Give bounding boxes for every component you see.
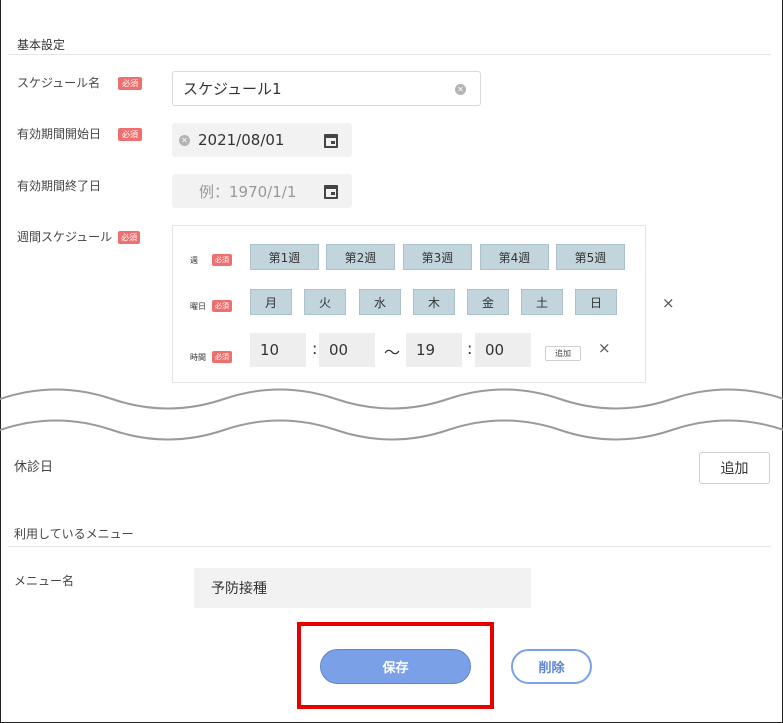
time-row-label: 時間 必須 — [190, 351, 232, 363]
schedule-name-input[interactable]: スケジュール1 ✕ — [172, 71, 481, 106]
day-chip-thu[interactable]: 木 — [413, 289, 455, 315]
schedule-name-label: スケジュール名 必須 — [17, 74, 143, 91]
section-title-basic: 基本設定 — [17, 38, 66, 52]
section-title-menu: 利用しているメニュー — [14, 527, 134, 541]
required-badge: 必須 — [118, 77, 143, 90]
start-minute-input[interactable]: 00 — [319, 333, 375, 367]
clear-icon[interactable]: ✕ — [455, 84, 466, 95]
delete-button[interactable]: 削除 — [511, 649, 592, 684]
day-chip-sun[interactable]: 日 — [575, 289, 617, 315]
start-date-input[interactable]: ✕ 2021/08/01 — [172, 123, 352, 157]
week-chip-1[interactable]: 第1週 — [250, 244, 319, 270]
remove-schedule-icon[interactable]: × — [662, 294, 675, 312]
week-chip-5[interactable]: 第5週 — [556, 244, 625, 270]
weekly-schedule-label-text: 週間スケジュール — [17, 230, 113, 244]
end-date-label: 有効期間終了日 — [17, 179, 102, 193]
week-chip-3[interactable]: 第3週 — [403, 244, 472, 270]
schedule-name-value: スケジュール1 — [183, 80, 282, 98]
clear-icon[interactable]: ✕ — [179, 134, 190, 146]
add-holiday-button[interactable]: 追加 — [699, 452, 770, 484]
time-range-tilde: ～ — [384, 343, 401, 362]
day-chip-tue[interactable]: 火 — [304, 289, 346, 315]
day-label-text: 曜日 — [190, 302, 206, 311]
weekly-schedule-label: 週間スケジュール 必須 — [17, 228, 141, 245]
required-badge: 必須 — [212, 351, 232, 363]
add-time-button[interactable]: 追加 — [545, 346, 581, 361]
remove-time-icon[interactable]: × — [598, 339, 611, 357]
required-badge: 必須 — [118, 231, 141, 244]
week-chip-4[interactable]: 第4週 — [480, 244, 549, 270]
menu-name-field[interactable]: 予防接種 — [194, 568, 531, 608]
end-date-placeholder: 例：1970/1/1 — [199, 182, 297, 201]
divider — [8, 546, 771, 547]
week-chip-2[interactable]: 第2週 — [326, 244, 395, 270]
start-date-value: 2021/08/01 — [198, 131, 285, 149]
menu-name-label: メニュー名 — [14, 574, 75, 588]
start-date-label: 有効期間開始日 必須 — [17, 125, 143, 142]
calendar-icon[interactable] — [324, 185, 338, 199]
calendar-icon[interactable] — [324, 134, 338, 148]
day-chip-sat[interactable]: 土 — [521, 289, 563, 315]
start-hour-input[interactable]: 10 — [250, 333, 306, 367]
day-chip-fri[interactable]: 金 — [467, 289, 509, 315]
weekly-schedule-panel: 週必須 第1週 第2週 第3週 第4週 第5週 曜日 必須 月 火 水 木 金 土… — [172, 225, 646, 383]
week-label-text: 週 — [190, 256, 198, 265]
required-badge: 必須 — [212, 300, 232, 312]
end-hour-input[interactable]: 19 — [406, 333, 462, 367]
time-colon: : — [467, 339, 473, 358]
week-row-label: 週 必須 — [190, 254, 232, 266]
end-minute-input[interactable]: 00 — [475, 333, 531, 367]
required-badge: 必須 — [118, 128, 143, 141]
time-label-text: 時間 — [190, 353, 206, 362]
time-colon: : — [312, 339, 318, 358]
required-badge: 必須 — [212, 254, 232, 266]
schedule-name-label-text: スケジュール名 — [17, 76, 101, 90]
divider — [8, 54, 771, 55]
holiday-label: 休診日 — [14, 460, 54, 475]
day-chip-mon[interactable]: 月 — [250, 289, 292, 315]
omission-wave-divider — [0, 388, 783, 441]
start-date-label-text: 有効期間開始日 — [17, 127, 102, 141]
save-button[interactable]: 保存 — [320, 649, 471, 684]
end-date-input[interactable]: 例：1970/1/1 — [172, 174, 352, 208]
day-row-label: 曜日 必須 — [190, 300, 232, 312]
day-chip-wed[interactable]: 水 — [359, 289, 401, 315]
